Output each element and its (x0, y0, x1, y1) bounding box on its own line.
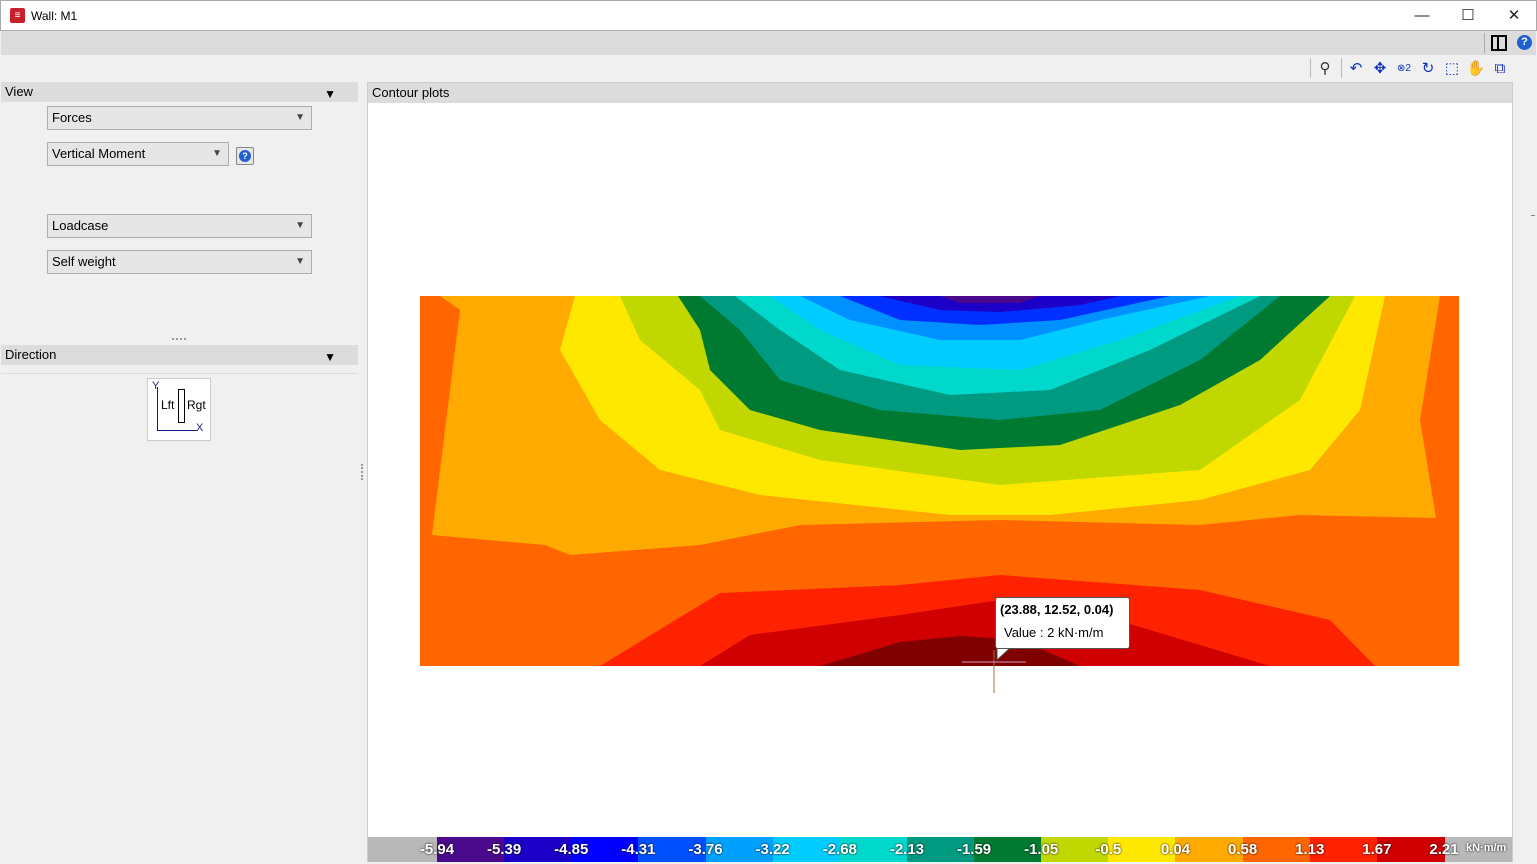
legend-label: -0.5 (1095, 841, 1122, 858)
legend-label: -2.13 (889, 841, 925, 858)
legend-label: -3.22 (755, 841, 790, 858)
legend-label: -4.31 (621, 841, 656, 858)
legend-label: 0.04 (1160, 841, 1191, 858)
contour-plot[interactable] (0, 0, 1537, 864)
legend-label: -4.85 (554, 841, 589, 858)
legend-label: -3.76 (688, 841, 723, 858)
legend-label: 1.13 (1295, 841, 1325, 858)
legend-unit: kN·m/m (1466, 842, 1507, 854)
resize-marker (1531, 215, 1535, 216)
tooltip-value: Value : 2 kN·m/m (1004, 625, 1104, 640)
tooltip-coords: (23.88, 12.52, 0.04) (1000, 602, 1114, 617)
legend-label: 0.58 (1227, 841, 1258, 858)
legend-label: 2.21 (1429, 841, 1459, 858)
legend-label: -2.68 (822, 841, 857, 858)
legend-label: -1.59 (956, 841, 992, 858)
value-tooltip: (23.88, 12.52, 0.04) Value : 2 kN·m/m (995, 597, 1130, 649)
contour-bands (420, 296, 1459, 666)
legend-label: -5.94 (419, 841, 455, 858)
legend-label: 1.67 (1362, 841, 1392, 858)
legend-label: -5.39 (487, 841, 522, 858)
legend-label: -1.05 (1024, 841, 1059, 858)
